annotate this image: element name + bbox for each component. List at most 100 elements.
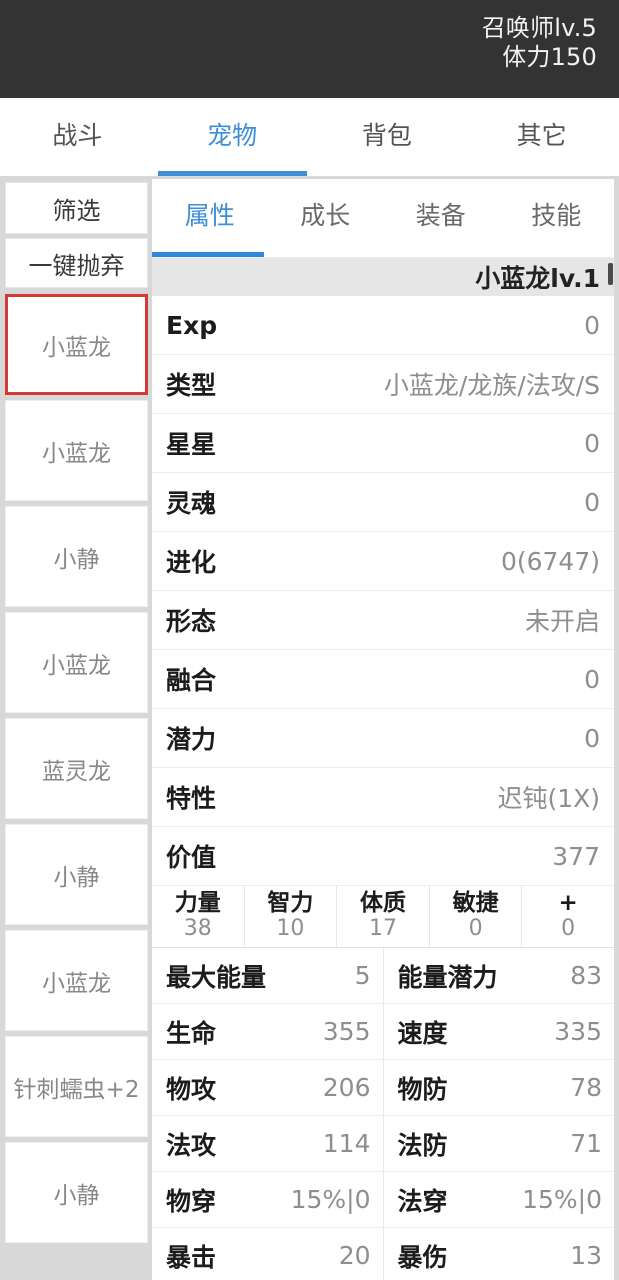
attribute-label: 形态 [166,607,217,636]
pet-list-item[interactable]: 小静 [5,506,148,607]
pet-list-item[interactable]: 蓝灵龙 [5,718,148,819]
tab-equipment[interactable]: 装备 [383,179,499,257]
stat-label: 物穿 [166,1186,217,1216]
stat-pair-row: 物穿 15%|0 法穿 15%|0 [152,1172,614,1228]
player-stamina: 体力150 [502,43,597,72]
base-stat-value: 10 [276,916,305,942]
attribute-value: 0 [584,723,600,753]
stat-cell: 最大能量 5 [152,948,384,1003]
attribute-label: 特性 [166,784,217,813]
pet-list-item[interactable]: 小蓝龙 [5,400,148,501]
pet-list-item[interactable]: 小蓝龙 [5,930,148,1031]
attribute-value: 迟钝(1X) [497,784,600,813]
attribute-value: 0 [584,428,600,458]
stat-label: 速度 [397,1018,448,1048]
player-level: 召唤师lv.5 [481,14,597,42]
pet-list-item-label: 小静 [53,546,100,573]
pet-list-item-label: 蓝灵龙 [42,758,111,785]
add-point-button[interactable]: + 0 [522,886,614,947]
tab-battle[interactable]: 战斗 [0,98,155,176]
stat-value: 83 [570,961,602,990]
pet-detail-panel: 属性 成长 装备 技能 小蓝龙lv.1 Exp 0 类型 小蓝龙/龙族/法攻/S… [152,179,614,1280]
stat-label: 生命 [166,1018,217,1048]
pet-list-item-label: 小静 [53,864,100,891]
base-stat-cell[interactable]: 体质 17 [337,886,430,947]
attribute-label: 星星 [166,430,217,459]
attribute-label: 进化 [166,548,217,577]
stat-label: 暴伤 [397,1242,448,1272]
stat-label: 法穿 [397,1186,448,1216]
attribute-value: 0 [584,664,600,694]
tab-battle-label: 战斗 [52,121,103,150]
attribute-row: 融合 0 [152,650,614,709]
base-stat-cell[interactable]: 智力 10 [245,886,338,947]
pet-list-sidebar[interactable]: 筛选 一键抛弃 小蓝龙 小蓝龙 小静 小蓝龙 蓝灵龙 小静 小蓝龙 针刺蠕虫+2… [5,182,148,1280]
status-bar: 召唤师lv.5 体力150 [0,0,619,98]
tab-equipment-label: 装备 [415,201,466,230]
tab-pets-label: 宠物 [207,121,258,150]
stat-cell: 速度 335 [384,1004,615,1059]
base-stat-value: 0 [468,916,483,942]
body-container: 筛选 一键抛弃 小蓝龙 小蓝龙 小静 小蓝龙 蓝灵龙 小静 小蓝龙 针刺蠕虫+2… [0,176,619,1280]
pet-list-item[interactable]: 小蓝龙 [5,612,148,713]
tab-other[interactable]: 其它 [464,98,619,176]
attribute-label: 融合 [166,666,217,695]
stat-pair-row: 暴击 20 暴伤 13 [152,1228,614,1280]
pet-list-item-label: 针刺蠕虫+2 [13,1076,140,1103]
stat-cell: 法穿 15%|0 [384,1172,615,1227]
app-root: 召唤师lv.5 体力150 战斗 宠物 背包 其它 筛选 一键抛弃 小蓝龙 小蓝… [0,0,619,1280]
discard-all-button[interactable]: 一键抛弃 [5,238,148,288]
pet-name-header-label: 小蓝龙lv.1 [475,264,600,293]
stat-cell: 法攻 114 [152,1116,384,1171]
attribute-row: Exp 0 [152,296,614,355]
stat-value: 206 [322,1073,371,1102]
stat-pair-row: 法攻 114 法防 71 [152,1116,614,1172]
attribute-value: 小蓝龙/龙族/法攻/S [383,371,600,400]
pet-list-item[interactable]: 针刺蠕虫+2 [5,1036,148,1137]
pet-list-item[interactable]: 小静 [5,1142,148,1243]
main-tab-bar: 战斗 宠物 背包 其它 [0,98,619,176]
stat-value: 20 [338,1241,371,1270]
detail-scrollbar-track[interactable] [608,261,613,1276]
stat-cell: 物穿 15%|0 [152,1172,384,1227]
tab-skills[interactable]: 技能 [499,179,615,257]
pet-list-item[interactable]: 小静 [5,824,148,925]
base-stat-cell[interactable]: 敏捷 0 [430,886,523,947]
tab-bag[interactable]: 背包 [310,98,465,176]
tab-growth[interactable]: 成长 [268,179,384,257]
player-info: 召唤师lv.5 体力150 [482,14,597,73]
attribute-value: 377 [552,841,600,871]
base-stat-cell[interactable]: 力量 38 [152,886,245,947]
stat-label: 法攻 [166,1130,217,1160]
stat-label: 能量潜力 [397,962,498,992]
stat-value: 355 [322,1017,371,1046]
attribute-label: 潜力 [166,725,217,754]
attribute-row: 灵魂 0 [152,473,614,532]
tab-growth-label: 成长 [300,201,351,230]
base-stat-name: 敏捷 [452,890,499,917]
tab-pets[interactable]: 宠物 [155,98,310,176]
stat-cell: 物攻 206 [152,1060,384,1115]
tab-attributes[interactable]: 属性 [152,179,268,257]
attribute-value: 0(6747) [500,546,600,576]
base-stat-name: 力量 [174,890,221,917]
stat-cell: 暴伤 13 [384,1228,615,1280]
pet-list-item-label: 小蓝龙 [42,334,111,361]
tab-attributes-label: 属性 [184,201,235,230]
attribute-row: 星星 0 [152,414,614,473]
pet-list-item-label: 小蓝龙 [42,652,111,679]
add-point-value: 0 [561,916,576,942]
stat-value: 15%|0 [290,1185,371,1214]
discard-all-button-label: 一键抛弃 [28,251,125,280]
stat-value: 13 [570,1241,602,1270]
tab-skills-label: 技能 [531,201,582,230]
stat-value: 15%|0 [522,1185,602,1214]
attribute-label: 价值 [166,843,217,872]
filter-button[interactable]: 筛选 [5,182,148,234]
stat-value: 5 [354,961,371,990]
pet-list-item[interactable]: 小蓝龙 [5,294,148,395]
base-stat-value: 38 [183,916,212,942]
attribute-row: 潜力 0 [152,709,614,768]
detail-scrollbar-thumb[interactable] [608,263,613,285]
attribute-label: Exp [166,310,218,340]
